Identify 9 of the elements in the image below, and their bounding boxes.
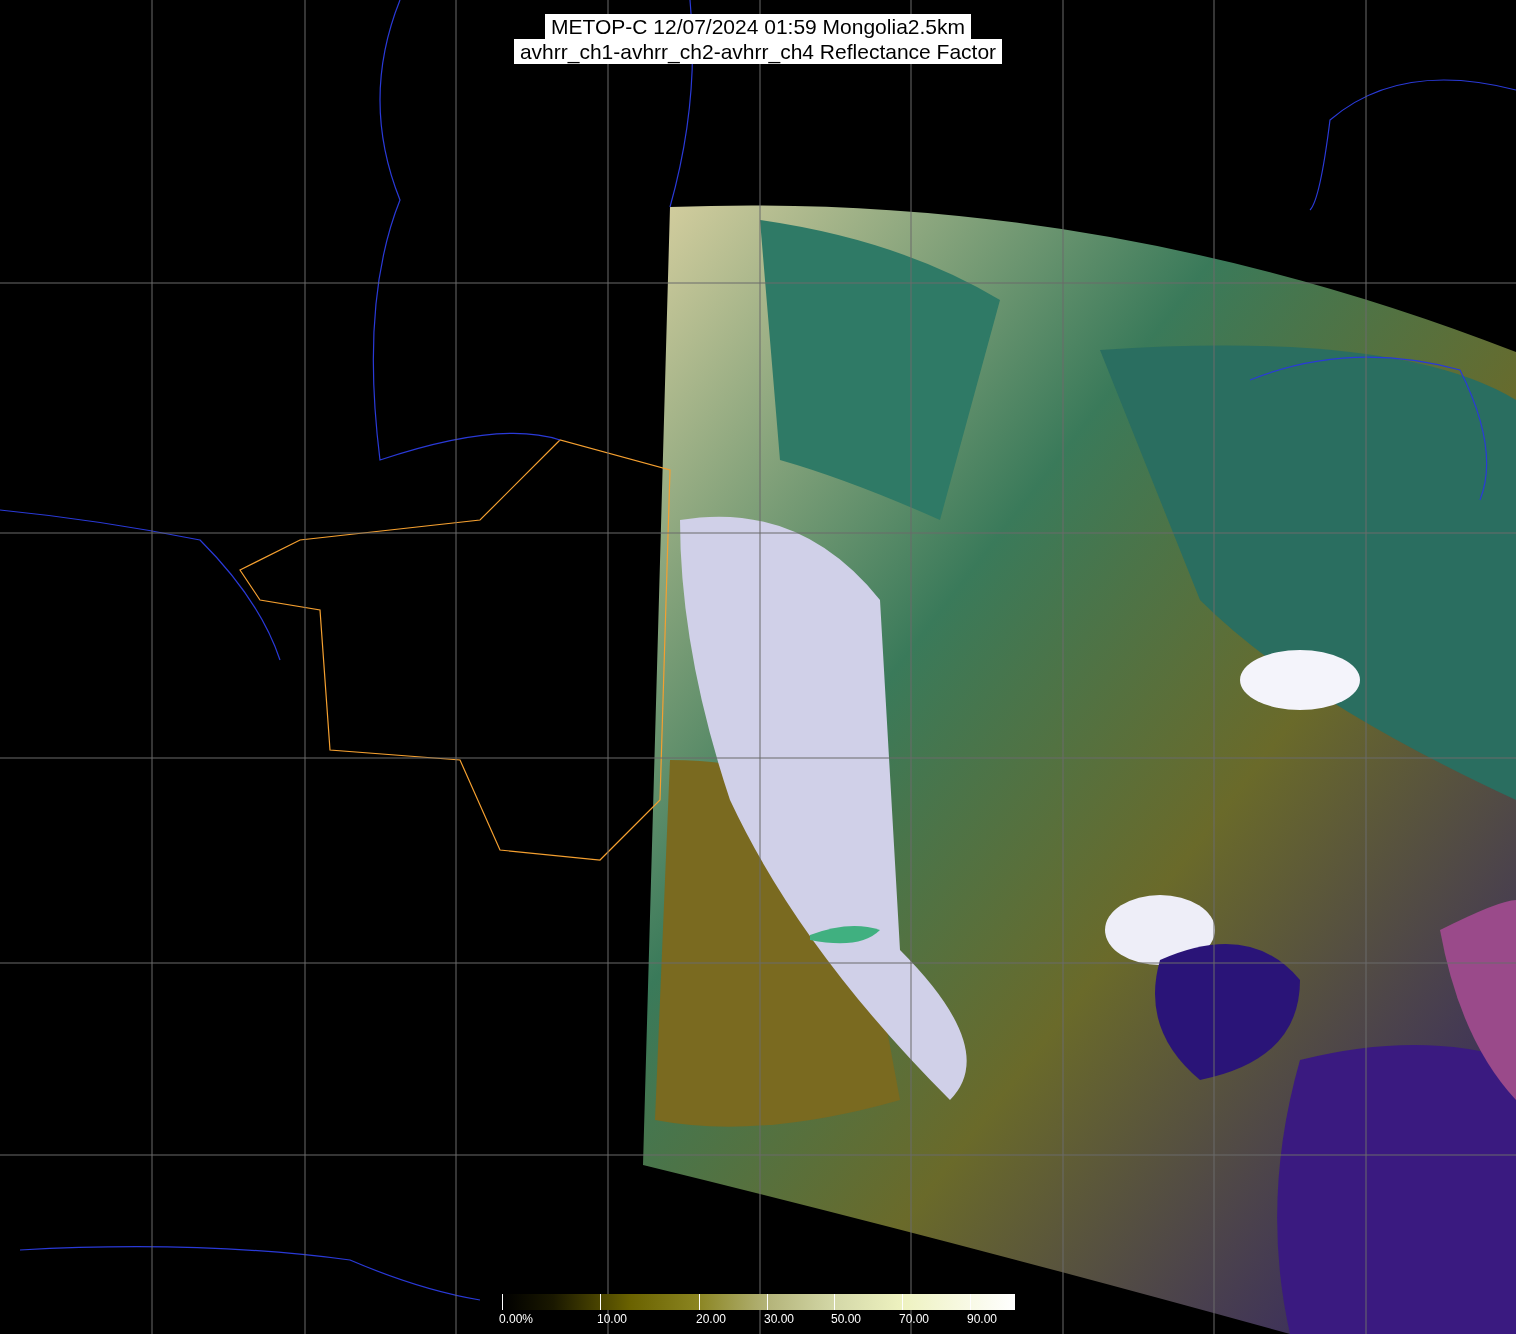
map-title: avhrr_ch1-avhrr_ch2-avhrr_ch4 Reflectance Factor (513, 39, 1003, 64)
colorbar-label: 10.00 (597, 1312, 628, 1326)
colorbar-label: 20.00 (696, 1312, 727, 1326)
map-title: METOP-C 12/07/2024 01:59 Mongolia2.5km (545, 14, 971, 39)
colorbar-label: 50.00 (831, 1312, 862, 1326)
colorbar-label: 30.00 (764, 1312, 795, 1326)
colorbar-label: 70.00 (899, 1312, 930, 1326)
colorbar-label: 90.00 (967, 1312, 998, 1326)
colorbar-label: 0.00% (499, 1312, 534, 1326)
